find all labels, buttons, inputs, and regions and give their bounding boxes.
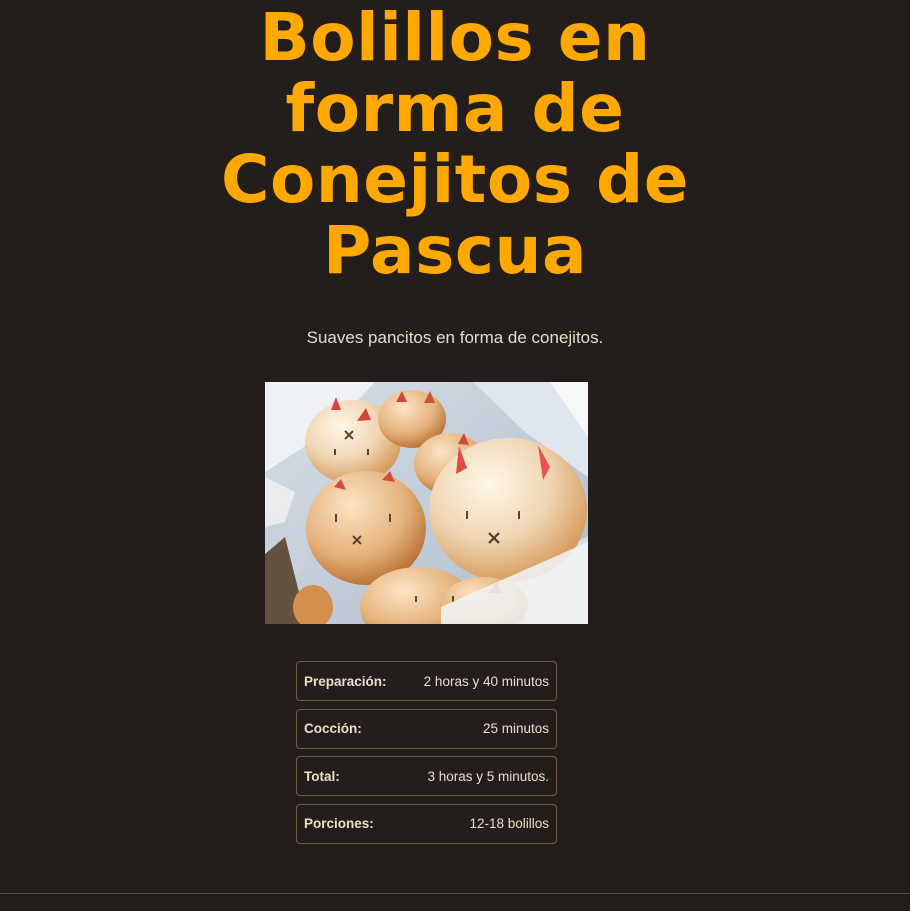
- prep-time-row: Preparación: 2 horas y 40 minutos: [296, 661, 557, 701]
- cook-time-value: 25 minutos: [482, 721, 549, 736]
- footer-divider: [0, 893, 910, 894]
- cook-time-label: Cocción:: [304, 721, 362, 736]
- recipe-header: Bolillos en forma de Conejitos de Pascua: [0, 0, 910, 286]
- cook-time-row: Cocción: 25 minutos: [296, 708, 557, 749]
- bunny-bread-rolls-image: [265, 382, 588, 624]
- servings-label: Porciones:: [304, 816, 374, 831]
- total-time-row: Total: 3 horas y 5 minutos.: [296, 756, 557, 796]
- prep-time-label: Preparación:: [304, 673, 387, 689]
- total-time-label: Total:: [304, 768, 340, 784]
- recipe-subtitle: Suaves pancitos en forma de conejitos.: [306, 328, 604, 347]
- prep-time-value: 2 horas y 40 minutos: [423, 673, 549, 689]
- recipe-photo: [265, 382, 588, 624]
- recipe-title: Bolillos en forma de Conejitos de Pascua: [221, 0, 689, 289]
- servings-value: 12-18 bolillos: [469, 816, 549, 831]
- servings-row: Porciones: 12-18 bolillos: [296, 803, 557, 844]
- total-time-value: 3 horas y 5 minutos.: [427, 768, 549, 784]
- recipe-details: Preparación: 2 horas y 40 minutos Cocció…: [296, 661, 557, 851]
